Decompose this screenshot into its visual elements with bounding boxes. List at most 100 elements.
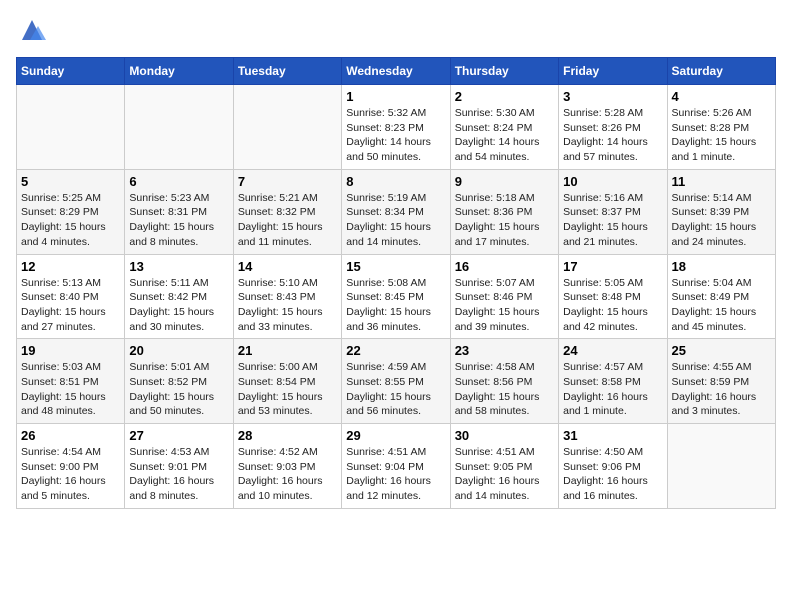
calendar-cell: 28 Sunrise: 4:52 AMSunset: 9:03 PMDayligh… [233,424,341,509]
calendar-cell: 14 Sunrise: 5:10 AMSunset: 8:43 PMDayligh… [233,254,341,339]
day-of-week-header: Monday [125,58,233,85]
calendar-cell: 13 Sunrise: 5:11 AMSunset: 8:42 PMDayligh… [125,254,233,339]
calendar-cell: 8 Sunrise: 5:19 AMSunset: 8:34 PMDaylight… [342,169,450,254]
day-info: Sunrise: 5:26 AMSunset: 8:28 PMDaylight:… [672,106,771,165]
day-info: Sunrise: 5:13 AMSunset: 8:40 PMDaylight:… [21,276,120,335]
day-number: 16 [455,259,554,274]
day-number: 6 [129,174,228,189]
page-header [16,16,776,49]
day-number: 15 [346,259,445,274]
day-of-week-header: Tuesday [233,58,341,85]
calendar-cell: 27 Sunrise: 4:53 AMSunset: 9:01 PMDayligh… [125,424,233,509]
day-info: Sunrise: 5:03 AMSunset: 8:51 PMDaylight:… [21,360,120,419]
logo-icon [18,16,46,44]
day-number: 24 [563,343,662,358]
calendar-cell: 23Sunrise: 4:58 AMSunset: 8:56 PMDayligh… [450,339,558,424]
calendar-week-row: 1 Sunrise: 5:32 AMSunset: 8:23 PMDaylight… [17,85,776,170]
day-info: Sunrise: 5:21 AMSunset: 8:32 PMDaylight:… [238,191,337,250]
day-number: 1 [346,89,445,104]
day-of-week-header: Wednesday [342,58,450,85]
day-info: Sunrise: 5:08 AMSunset: 8:45 PMDaylight:… [346,276,445,335]
calendar-cell: 21 Sunrise: 5:00 AMSunset: 8:54 PMDayligh… [233,339,341,424]
day-number: 8 [346,174,445,189]
day-number: 27 [129,428,228,443]
calendar-body: 1 Sunrise: 5:32 AMSunset: 8:23 PMDaylight… [17,85,776,509]
day-number: 25 [672,343,771,358]
calendar-cell: 4 Sunrise: 5:26 AMSunset: 8:28 PMDaylight… [667,85,775,170]
calendar-cell [125,85,233,170]
day-info: Sunrise: 4:52 AMSunset: 9:03 PMDaylight:… [238,445,337,504]
calendar-week-row: 12 Sunrise: 5:13 AMSunset: 8:40 PMDayligh… [17,254,776,339]
day-number: 7 [238,174,337,189]
day-info: Sunrise: 4:51 AMSunset: 9:05 PMDaylight:… [455,445,554,504]
calendar-cell: 31 Sunrise: 4:50 AMSunset: 9:06 PMDayligh… [559,424,667,509]
calendar-week-row: 5 Sunrise: 5:25 AMSunset: 8:29 PMDaylight… [17,169,776,254]
day-of-week-header: Friday [559,58,667,85]
day-info: Sunrise: 5:28 AMSunset: 8:26 PMDaylight:… [563,106,662,165]
day-info: Sunrise: 4:50 AMSunset: 9:06 PMDaylight:… [563,445,662,504]
day-info: Sunrise: 5:11 AMSunset: 8:42 PMDaylight:… [129,276,228,335]
day-number: 23 [455,343,554,358]
day-number: 9 [455,174,554,189]
days-of-week-row: SundayMondayTuesdayWednesdayThursdayFrid… [17,58,776,85]
day-info: Sunrise: 5:19 AMSunset: 8:34 PMDaylight:… [346,191,445,250]
day-info: Sunrise: 5:25 AMSunset: 8:29 PMDaylight:… [21,191,120,250]
day-number: 28 [238,428,337,443]
calendar-cell: 2Sunrise: 5:30 AMSunset: 8:24 PMDaylight… [450,85,558,170]
calendar-table: SundayMondayTuesdayWednesdayThursdayFrid… [16,57,776,509]
calendar-cell: 24Sunrise: 4:57 AMSunset: 8:58 PMDayligh… [559,339,667,424]
day-number: 29 [346,428,445,443]
logo [16,16,46,49]
day-number: 20 [129,343,228,358]
calendar-cell: 19 Sunrise: 5:03 AMSunset: 8:51 PMDayligh… [17,339,125,424]
day-info: Sunrise: 5:07 AMSunset: 8:46 PMDaylight:… [455,276,554,335]
day-info: Sunrise: 5:14 AMSunset: 8:39 PMDaylight:… [672,191,771,250]
calendar-cell [17,85,125,170]
day-number: 17 [563,259,662,274]
day-number: 31 [563,428,662,443]
day-number: 10 [563,174,662,189]
day-number: 5 [21,174,120,189]
day-number: 30 [455,428,554,443]
calendar-cell: 15 Sunrise: 5:08 AMSunset: 8:45 PMDayligh… [342,254,450,339]
calendar-week-row: 19 Sunrise: 5:03 AMSunset: 8:51 PMDayligh… [17,339,776,424]
calendar-cell: 29 Sunrise: 4:51 AMSunset: 9:04 PMDayligh… [342,424,450,509]
calendar-cell: 30 Sunrise: 4:51 AMSunset: 9:05 PMDayligh… [450,424,558,509]
day-number: 26 [21,428,120,443]
day-info: Sunrise: 4:51 AMSunset: 9:04 PMDaylight:… [346,445,445,504]
day-number: 13 [129,259,228,274]
day-number: 22 [346,343,445,358]
day-info: Sunrise: 5:04 AMSunset: 8:49 PMDaylight:… [672,276,771,335]
day-info: Sunrise: 5:30 AMSunset: 8:24 PMDaylight:… [455,106,554,165]
day-info: Sunrise: 4:55 AMSunset: 8:59 PMDaylight:… [672,360,771,419]
day-info: Sunrise: 5:10 AMSunset: 8:43 PMDaylight:… [238,276,337,335]
day-number: 21 [238,343,337,358]
calendar-cell: 12 Sunrise: 5:13 AMSunset: 8:40 PMDayligh… [17,254,125,339]
calendar-cell: 3 Sunrise: 5:28 AMSunset: 8:26 PMDaylight… [559,85,667,170]
day-info: Sunrise: 4:53 AMSunset: 9:01 PMDaylight:… [129,445,228,504]
day-of-week-header: Thursday [450,58,558,85]
day-of-week-header: Saturday [667,58,775,85]
calendar-cell: 10Sunrise: 5:16 AMSunset: 8:37 PMDayligh… [559,169,667,254]
day-info: Sunrise: 4:54 AMSunset: 9:00 PMDaylight:… [21,445,120,504]
day-number: 12 [21,259,120,274]
day-number: 4 [672,89,771,104]
calendar-cell [667,424,775,509]
day-number: 14 [238,259,337,274]
calendar-cell: 17Sunrise: 5:05 AMSunset: 8:48 PMDayligh… [559,254,667,339]
day-info: Sunrise: 5:18 AMSunset: 8:36 PMDaylight:… [455,191,554,250]
day-number: 3 [563,89,662,104]
calendar-week-row: 26 Sunrise: 4:54 AMSunset: 9:00 PMDayligh… [17,424,776,509]
calendar-cell: 9 Sunrise: 5:18 AMSunset: 8:36 PMDaylight… [450,169,558,254]
calendar-cell: 25 Sunrise: 4:55 AMSunset: 8:59 PMDayligh… [667,339,775,424]
day-info: Sunrise: 5:00 AMSunset: 8:54 PMDaylight:… [238,360,337,419]
day-number: 18 [672,259,771,274]
day-info: Sunrise: 5:01 AMSunset: 8:52 PMDaylight:… [129,360,228,419]
day-of-week-header: Sunday [17,58,125,85]
day-info: Sunrise: 4:59 AMSunset: 8:55 PMDaylight:… [346,360,445,419]
day-info: Sunrise: 5:32 AMSunset: 8:23 PMDaylight:… [346,106,445,165]
calendar-cell: 1 Sunrise: 5:32 AMSunset: 8:23 PMDaylight… [342,85,450,170]
calendar-cell: 7 Sunrise: 5:21 AMSunset: 8:32 PMDaylight… [233,169,341,254]
day-number: 19 [21,343,120,358]
calendar-cell: 5 Sunrise: 5:25 AMSunset: 8:29 PMDaylight… [17,169,125,254]
